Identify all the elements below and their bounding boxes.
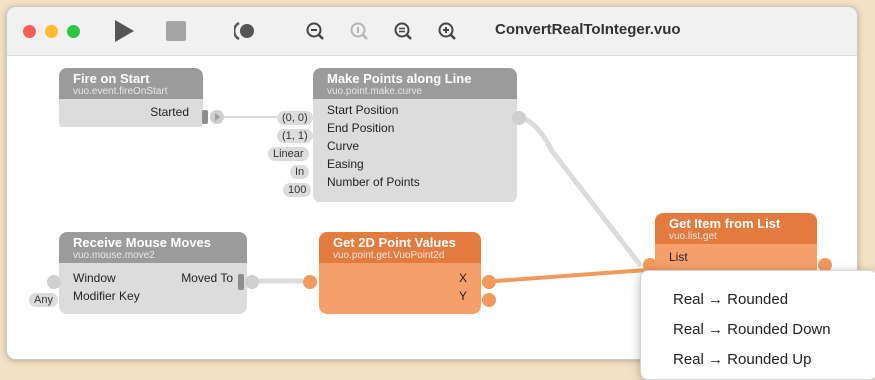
zoom-out-icon[interactable] bbox=[303, 19, 327, 43]
node-class: vuo.point.make.curve bbox=[327, 86, 423, 97]
output-port-moved-to[interactable]: Moved To bbox=[181, 269, 233, 287]
cable-conversion-menu: Real → Rounded Real → Rounded Down Real … bbox=[640, 270, 875, 380]
zoom-to-fit-icon[interactable] bbox=[391, 19, 415, 43]
input-start-position[interactable]: Start Position bbox=[327, 101, 398, 119]
input-end-position[interactable]: End Position bbox=[327, 119, 394, 137]
zoom-actual-icon[interactable] bbox=[347, 19, 371, 43]
close-window-button[interactable] bbox=[23, 25, 36, 38]
input-list[interactable]: List bbox=[669, 248, 688, 266]
menu-item-real-rounded[interactable]: Real → Rounded bbox=[673, 291, 788, 308]
menu-item-real-rounded-down[interactable]: Real → Rounded Down bbox=[673, 321, 831, 338]
toggle-icon[interactable] bbox=[232, 19, 258, 43]
moved-to-output-dot[interactable] bbox=[245, 275, 259, 289]
get-2d-input-dot[interactable] bbox=[303, 275, 317, 289]
cable-x-to-which bbox=[481, 268, 648, 284]
value-modifier-key[interactable]: Any bbox=[29, 293, 58, 307]
value-easing[interactable]: In bbox=[290, 165, 310, 179]
input-number-of-points[interactable]: Number of Points bbox=[327, 173, 420, 191]
play-icon[interactable] bbox=[111, 19, 137, 43]
node-get-2d-point-values[interactable]: Get 2D Point Values vuo.point.get.VuoPoi… bbox=[319, 232, 481, 314]
window-input-dot[interactable] bbox=[47, 275, 61, 289]
x-output-dot[interactable] bbox=[482, 275, 496, 289]
node-title: Make Points along Line bbox=[327, 71, 472, 86]
value-start-position[interactable]: (0, 0) bbox=[277, 111, 313, 125]
toolbar: ConvertRealToInteger.vuo bbox=[7, 7, 857, 56]
node-title: Get Item from List bbox=[669, 216, 781, 231]
menu-item-real-rounded-up[interactable]: Real → Rounded Up bbox=[673, 351, 811, 368]
window-title: ConvertRealToInteger.vuo bbox=[495, 21, 681, 38]
maximize-window-button[interactable] bbox=[67, 25, 80, 38]
output-port-started[interactable]: Started bbox=[150, 103, 189, 121]
output-y[interactable]: Y bbox=[459, 287, 467, 305]
node-receive-mouse-moves[interactable]: Receive Mouse Moves vuo.mouse.move2 Wind… bbox=[59, 232, 247, 314]
stop-icon[interactable] bbox=[163, 19, 189, 43]
input-easing[interactable]: Easing bbox=[327, 155, 364, 173]
port-started-handle[interactable] bbox=[202, 110, 208, 124]
value-number-of-points[interactable]: 100 bbox=[283, 183, 312, 197]
node-title: Get 2D Point Values bbox=[333, 235, 456, 250]
input-curve[interactable]: Curve bbox=[327, 137, 359, 155]
zoom-in-icon[interactable] bbox=[435, 19, 459, 43]
started-output-dot[interactable] bbox=[210, 110, 224, 124]
output-x[interactable]: X bbox=[459, 269, 467, 287]
value-end-position[interactable]: (1, 1) bbox=[277, 129, 313, 143]
node-make-points-along-line[interactable]: Make Points along Line vuo.point.make.cu… bbox=[313, 68, 517, 203]
input-modifier-key[interactable]: Modifier Key bbox=[73, 287, 140, 305]
node-class: vuo.list.get bbox=[669, 231, 717, 242]
node-class: vuo.event.fireOnStart bbox=[73, 86, 168, 97]
make-points-output-port[interactable] bbox=[512, 111, 526, 125]
value-curve[interactable]: Linear bbox=[268, 147, 309, 161]
node-title: Receive Mouse Moves bbox=[73, 235, 212, 250]
input-window[interactable]: Window bbox=[73, 269, 116, 287]
y-output-dot[interactable] bbox=[482, 293, 496, 307]
node-fire-on-start[interactable]: Fire on Start vuo.event.fireOnStart Star… bbox=[59, 68, 203, 130]
port-moved-to-handle[interactable] bbox=[238, 274, 244, 290]
minimize-window-button[interactable] bbox=[45, 25, 58, 38]
node-class: vuo.point.get.VuoPoint2d bbox=[333, 250, 445, 261]
cable-points-to-list bbox=[518, 114, 643, 268]
node-title: Fire on Start bbox=[73, 71, 150, 86]
node-class: vuo.mouse.move2 bbox=[73, 250, 155, 261]
